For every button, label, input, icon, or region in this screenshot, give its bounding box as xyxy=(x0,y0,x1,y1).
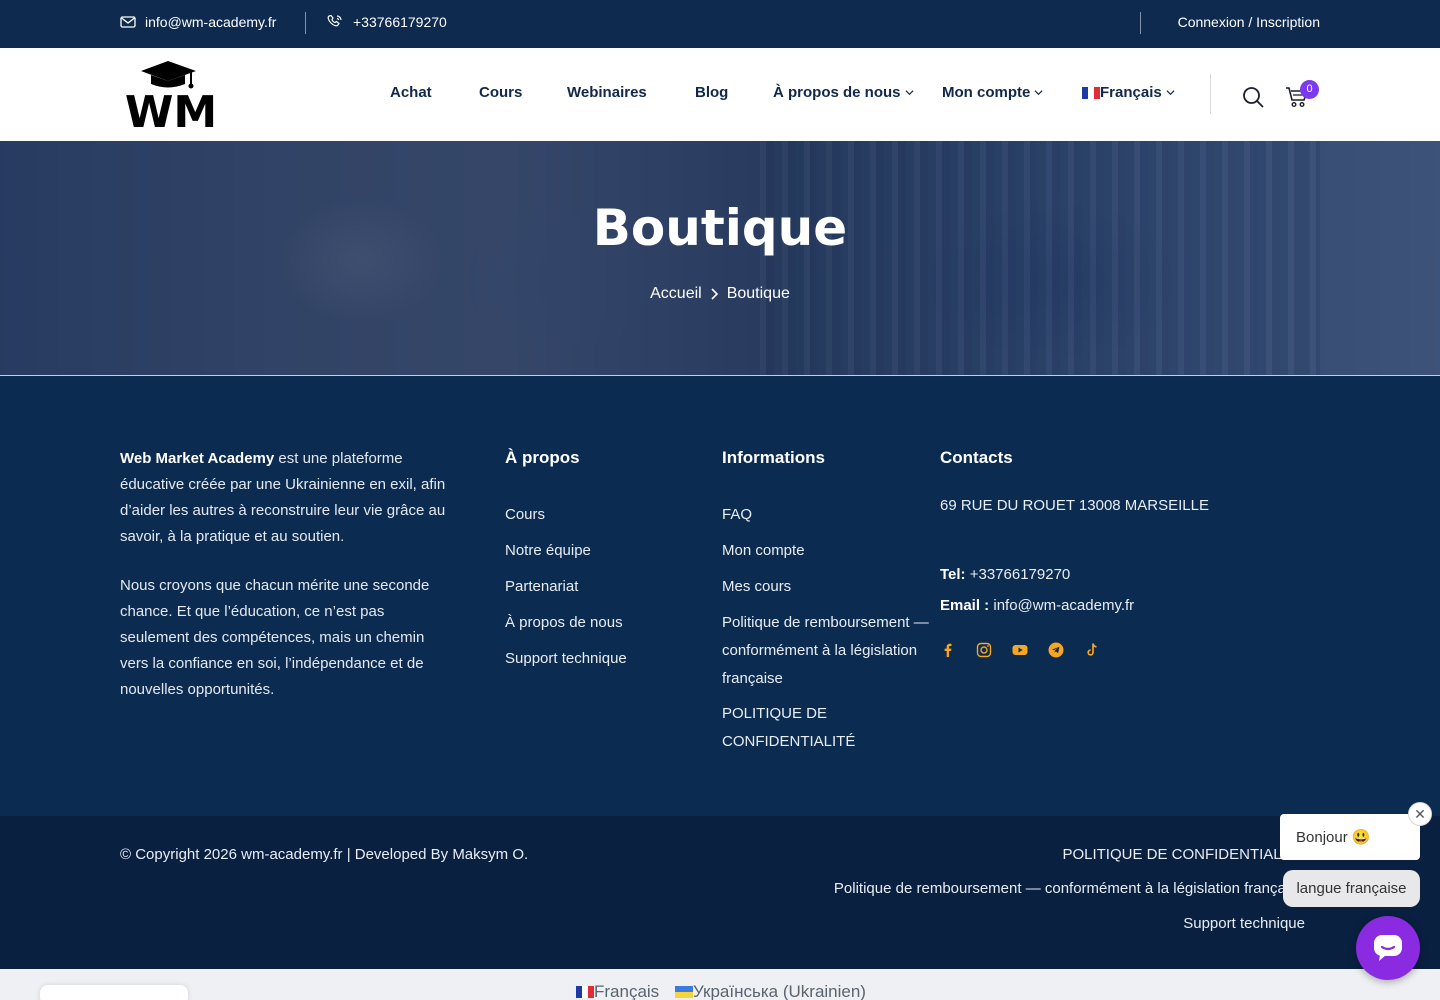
tel-value[interactable]: +33766179270 xyxy=(970,566,1071,583)
bottom-link-support[interactable]: Support technique xyxy=(1183,915,1305,932)
footer-link-partenariat[interactable]: Partenariat xyxy=(505,569,627,605)
footer-link-faq[interactable]: FAQ xyxy=(722,497,934,533)
footer-link-remboursement[interactable]: Politique de remboursement — conformémen… xyxy=(722,605,934,693)
topbar-phone-text[interactable]: +33766179270 xyxy=(353,14,447,30)
logo-text: WM xyxy=(125,87,217,129)
breadcrumb-home[interactable]: Accueil xyxy=(650,285,702,303)
copyright: © Copyright 2026 wm-academy.fr | Develop… xyxy=(120,846,529,863)
footer-link-cours[interactable]: Cours xyxy=(505,497,627,533)
mail-icon xyxy=(120,16,136,28)
chat-icon xyxy=(1374,935,1402,961)
ukraine-flag-icon xyxy=(675,986,693,998)
footer-about: Web Market Academy est une plateforme éd… xyxy=(120,446,455,703)
chat-launcher-button[interactable] xyxy=(1356,916,1420,980)
france-flag-icon xyxy=(576,986,594,998)
nav-mon-compte-label: Mon compte xyxy=(942,84,1031,101)
lang-option-ua[interactable]: Українська (Ukrainien) xyxy=(675,982,866,1000)
footer-col-apropos-title: À propos xyxy=(505,448,580,467)
youtube-icon[interactable] xyxy=(1012,642,1028,658)
lang-fr-label: Français xyxy=(594,982,660,1000)
divider xyxy=(305,12,306,34)
instagram-icon[interactable] xyxy=(976,642,992,658)
footer-col-contacts-title: Contacts xyxy=(940,448,1013,467)
breadcrumb: Accueil Boutique xyxy=(0,285,1440,303)
chevron-down-icon xyxy=(1034,90,1043,96)
nav-mon-compte[interactable]: Mon compte xyxy=(942,84,1043,101)
phone-icon xyxy=(327,14,342,27)
language-switcher[interactable]: Français xyxy=(1082,84,1175,101)
footer-address: 69 RUE DU ROUET 13008 MARSEILLE xyxy=(940,497,1209,514)
facebook-icon[interactable] xyxy=(940,642,956,658)
page-hero-banner: Boutique Accueil Boutique xyxy=(0,141,1440,375)
tel-label: Tel: xyxy=(940,566,966,583)
telegram-icon[interactable] xyxy=(1048,642,1064,658)
footer-apropos-links: Cours Notre équipe Partenariat À propos … xyxy=(505,497,627,677)
footer: Web Market Academy est une plateforme éd… xyxy=(0,376,1440,816)
page-title: Boutique xyxy=(592,199,848,257)
footer-email: Email : info@wm-academy.fr xyxy=(940,597,1134,614)
chat-close-button[interactable]: ✕ xyxy=(1408,802,1432,826)
nav-webinaires[interactable]: Webinaires xyxy=(567,84,647,101)
login-register-link[interactable]: Connexion / Inscription xyxy=(1178,14,1320,30)
about-paragraph-1: Web Market Academy est une plateforme éd… xyxy=(120,446,455,550)
footer-col-info-title: Informations xyxy=(722,448,825,467)
topbar-email-text[interactable]: info@wm-academy.fr xyxy=(145,14,276,30)
footer-link-apropos[interactable]: À propos de nous xyxy=(505,605,627,641)
topbar-phone[interactable]: +33766179270 xyxy=(326,14,447,30)
chevron-right-icon xyxy=(711,288,718,300)
bottom-link-confidentialite[interactable]: POLITIQUE DE CONFIDENTIALITÉ xyxy=(1062,846,1305,863)
chat-greeting-bubble[interactable]: Bonjour 😃 xyxy=(1280,814,1420,860)
footer-link-confidentialite[interactable]: POLITIQUE DE CONFIDENTIALITÉ xyxy=(722,700,934,756)
breadcrumb-current: Boutique xyxy=(726,285,790,302)
footer-info-links: FAQ Mon compte Mes cours Politique de re… xyxy=(722,497,934,756)
main-header: WM Achat Cours Webinaires Blog À propos … xyxy=(0,48,1440,141)
footer-bottom-bar: © Copyright 2026 wm-academy.fr | Develop… xyxy=(0,816,1440,969)
footer-link-mon-compte[interactable]: Mon compte xyxy=(722,533,934,569)
language-label: Français xyxy=(1100,84,1162,101)
lang-option-fr[interactable]: Français xyxy=(576,982,659,1000)
divider xyxy=(1210,74,1211,114)
bottom-link-remboursement[interactable]: Politique de remboursement — conformémen… xyxy=(834,880,1305,897)
nav-achat[interactable]: Achat xyxy=(390,84,432,101)
chevron-down-icon xyxy=(1166,90,1175,96)
tiktok-icon[interactable] xyxy=(1084,642,1100,658)
language-bar: Français Українська (Ukrainien) xyxy=(0,969,1440,1000)
email-label: Email : xyxy=(940,597,990,614)
footer-link-equipe[interactable]: Notre équipe xyxy=(505,533,627,569)
nav-a-propos-label: À propos de nous xyxy=(773,84,901,101)
social-links xyxy=(940,642,1100,658)
nav-a-propos[interactable]: À propos de nous xyxy=(773,84,914,101)
top-bar: info@wm-academy.fr +33766179270 Connexio… xyxy=(0,0,1440,48)
divider xyxy=(1140,12,1141,34)
nav-blog[interactable]: Blog xyxy=(695,84,728,101)
site-logo[interactable]: WM xyxy=(121,61,221,138)
france-flag-icon xyxy=(1082,86,1100,99)
search-icon[interactable] xyxy=(1242,86,1264,108)
nav-cours[interactable]: Cours xyxy=(479,84,522,101)
about-brand: Web Market Academy xyxy=(120,450,275,467)
topbar-email[interactable]: info@wm-academy.fr xyxy=(120,14,276,30)
footer-tel: Tel: +33766179270 xyxy=(940,566,1070,583)
cart-count-badge: 0 xyxy=(1300,80,1319,99)
email-value[interactable]: info@wm-academy.fr xyxy=(993,597,1134,614)
about-paragraph-2: Nous croyons que chacun mérite une secon… xyxy=(120,577,430,698)
footer-link-support[interactable]: Support technique xyxy=(505,641,627,677)
footer-link-mes-cours[interactable]: Mes cours xyxy=(722,569,934,605)
chat-language-chip[interactable]: langue française xyxy=(1283,870,1420,907)
cookie-widget-tab[interactable] xyxy=(40,985,188,1000)
lang-ua-label: Українська (Ukrainien) xyxy=(693,982,866,1000)
chevron-down-icon xyxy=(904,90,914,96)
